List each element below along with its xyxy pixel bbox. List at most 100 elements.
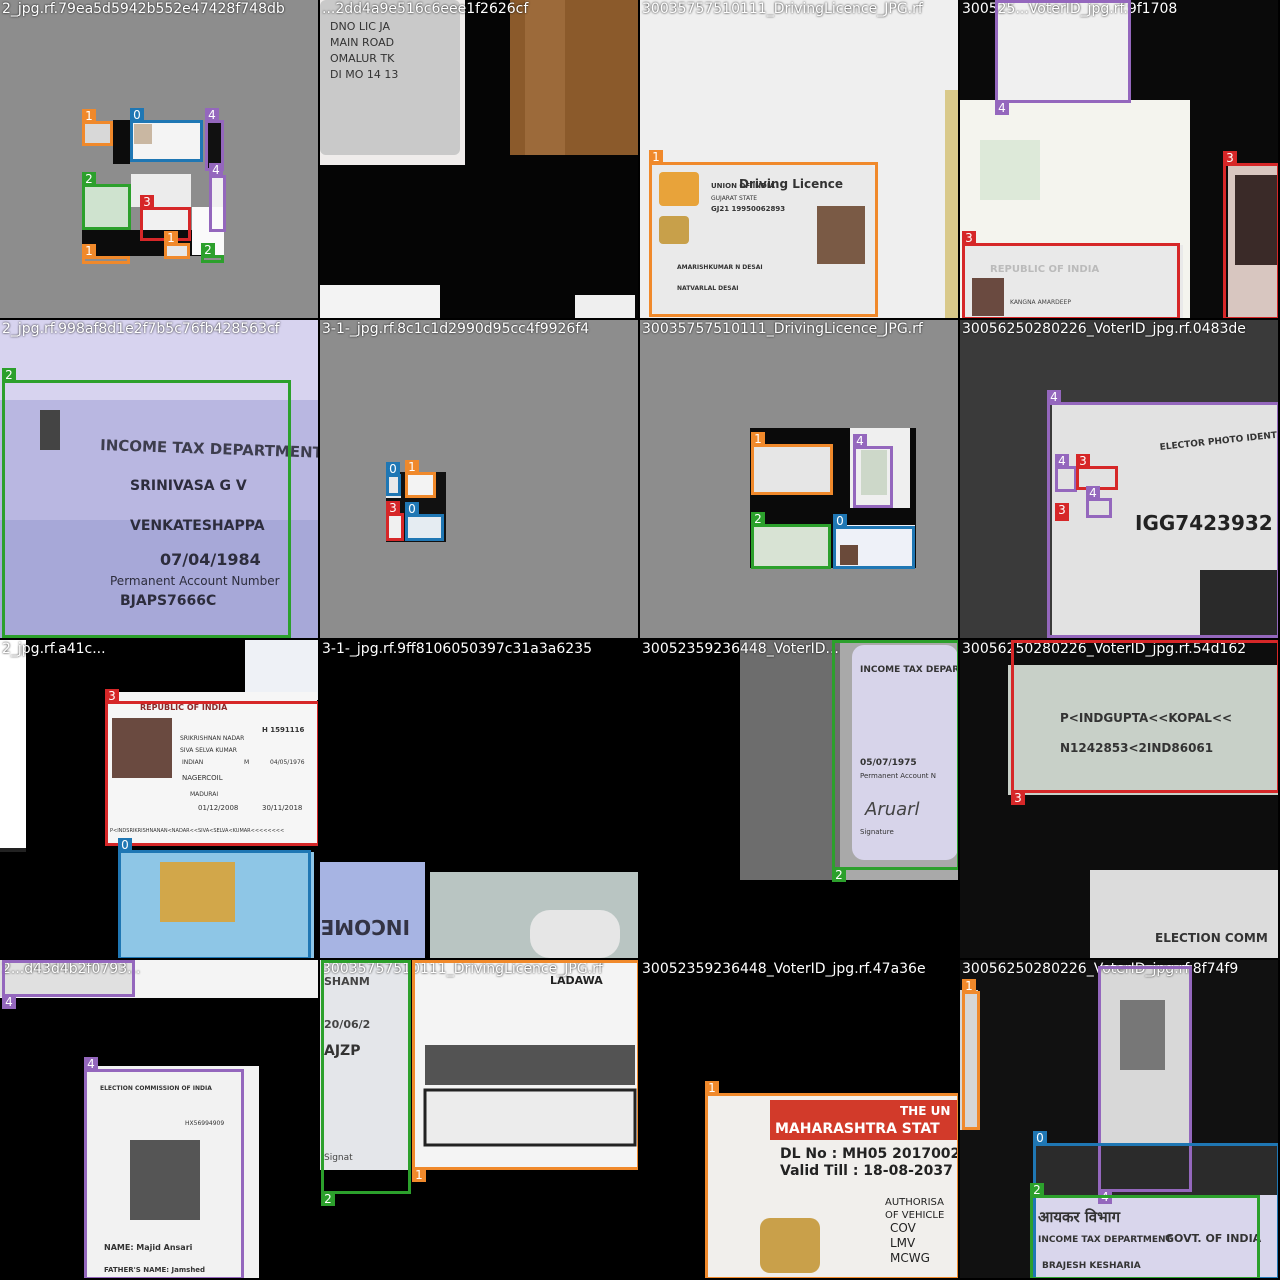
svg-text:OMALUR TK: OMALUR TK bbox=[330, 52, 395, 65]
bbox-class-label: 2 bbox=[201, 243, 215, 257]
tile-5: 3-1-_jpg.rf.8c1c1d2990d95cc4f9926f4 0 1 3 0 bbox=[320, 320, 638, 638]
bbox-class-label: 1 bbox=[705, 1081, 719, 1095]
bbox-class-label: 2 bbox=[1030, 1183, 1044, 1197]
tile-filename: 2_jpg.rf.998af8d1e2f7b5c76fb428563cf bbox=[2, 321, 280, 337]
tile-image-9: INCOME TA bbox=[320, 640, 638, 958]
bbox-class-label: 2 bbox=[2, 368, 16, 382]
bbox-class-4: 4 bbox=[84, 1057, 244, 1278]
bbox-class-3: 3 bbox=[386, 501, 404, 541]
svg-text:DNO LIC JA: DNO LIC JA bbox=[330, 20, 390, 33]
tile-filename: 30052359236448_VoterID_jpg.rf.47a36e bbox=[642, 961, 926, 977]
tile-7: ELECTOR PHOTO IDENTITY CARDIGG7423932300… bbox=[960, 320, 1278, 638]
bbox-class-2: 2 bbox=[1030, 1183, 1260, 1278]
bbox-class-label: 2 bbox=[832, 868, 846, 882]
bbox-class-label: 3 bbox=[140, 195, 154, 209]
bbox-class-3: 3 bbox=[1223, 151, 1278, 318]
bbox-class-label: 1 bbox=[962, 979, 976, 993]
tile-6: 30035757510111_DrivingLicence_JPG.rf 1 4 2 0 bbox=[640, 320, 958, 638]
bbox-class-label: 1 bbox=[82, 109, 96, 123]
tile-filename: 2_jpg.rf.79ea5d5942b552e47428f748db bbox=[2, 1, 285, 17]
bbox-class-label: 1 bbox=[751, 432, 765, 446]
bbox-class-1: 1 bbox=[82, 244, 130, 264]
bbox-class-label: 4 bbox=[853, 434, 867, 448]
tile-filename: ...2dd4a9e516c6eee1f2626cf bbox=[322, 1, 529, 17]
bbox-class-3: 3 bbox=[1011, 640, 1278, 805]
tile-3: REPUBLIC OF INDIA KANGNA AMARDEEP 300525..… bbox=[960, 0, 1278, 318]
tile-filename: 3-1-_jpg.rf.8c1c1d2990d95cc4f9926f4 bbox=[322, 321, 590, 337]
bbox-class-3: 3 bbox=[1055, 503, 1069, 521]
tile-filename: 30052359236448_VoterID... bbox=[642, 641, 839, 657]
svg-text:MAIN ROAD: MAIN ROAD bbox=[330, 36, 394, 49]
svg-text:DI MO 14 13: DI MO 14 13 bbox=[330, 68, 398, 81]
bbox-class-2: 2 bbox=[321, 960, 411, 1206]
bbox-class-label: 4 bbox=[209, 163, 223, 177]
bbox-class-4: 4 bbox=[1047, 390, 1278, 638]
tile-9: INCOME TA 3-1-_jpg.rf.9ff8106050397c31a3a… bbox=[320, 640, 638, 958]
bbox-class-label: 0 bbox=[118, 838, 132, 852]
tile-12: ELECTION COMMISSION OF INDIA HX56994909 NA… bbox=[0, 960, 318, 1278]
bbox-class-4: 4 bbox=[853, 434, 893, 508]
bbox-class-label: 3 bbox=[1076, 454, 1090, 468]
bbox-class-1: 1 bbox=[412, 960, 638, 1182]
bbox-class-label: 2 bbox=[82, 172, 96, 186]
bbox-class-1: 1 bbox=[751, 432, 833, 495]
tile-filename: 2_jpg.rf.a41c... bbox=[2, 641, 106, 657]
bbox-class-0: 0 bbox=[833, 514, 915, 569]
bbox-class-0: 0 bbox=[405, 502, 444, 541]
bbox-class-1: 1 bbox=[649, 150, 878, 317]
tile-14: THE UN MAHARASHTRA STAT DL No : MH05 20170… bbox=[640, 960, 958, 1278]
bbox-class-label: 0 bbox=[130, 108, 144, 122]
tile-filename: 30056250280226_VoterID_jpg.rf.0483de bbox=[962, 321, 1246, 337]
tile-filename: 30035757510111_DrivingLicence_JPG.rf bbox=[642, 321, 923, 337]
tile-10: INCOME TAX DEPAR 05/07/1975 Permanent Acco… bbox=[640, 640, 958, 958]
bbox-class-0: 0 bbox=[386, 462, 401, 496]
tile-0: 2_jpg.rf.79ea5d5942b552e47428f748db 1 0 4 4 2… bbox=[0, 0, 318, 318]
tile-filename: 30035757510111_DrivingLicence_JPG.rf bbox=[642, 1, 923, 17]
bbox-class-4: 4 bbox=[1086, 486, 1112, 518]
tile-filename: 3-1-_jpg.rf.9ff8106050397c31a3a6235 bbox=[322, 641, 592, 657]
bbox-class-label: 3 bbox=[1055, 503, 1069, 517]
bbox-class-label: 0 bbox=[833, 514, 847, 528]
mosaic-grid: 2_jpg.rf.79ea5d5942b552e47428f748db 1 0 4 4 2… bbox=[0, 0, 1280, 1280]
bbox-class-1: 1 bbox=[405, 460, 436, 498]
bbox-class-1: 1 bbox=[82, 109, 113, 146]
tile-15: आयकर विभाग INCOME TAX DEPARTMENT GOVT. OF … bbox=[960, 960, 1278, 1278]
tile-2: UNION OF INDIA Driving Licence GUJARAT STA… bbox=[640, 0, 958, 318]
bbox-class-0: 0 bbox=[118, 838, 311, 958]
svg-text:ELECTION COMM: ELECTION COMM bbox=[1155, 931, 1268, 945]
bbox-class-1: 1 bbox=[705, 1081, 958, 1278]
bbox-class-label: 1 bbox=[164, 231, 178, 245]
bbox-class-label: 2 bbox=[751, 512, 765, 526]
bbox-class-label: 3 bbox=[962, 231, 976, 245]
tile-image-5 bbox=[386, 472, 446, 542]
bbox-class-label: 1 bbox=[649, 150, 663, 164]
bbox-class-label: 4 bbox=[205, 108, 219, 122]
bbox-class-label: 2 bbox=[321, 1192, 335, 1206]
tile-11: P<INDGUPTA<<KOPAL<< N1242853<2IND86061 ELE… bbox=[960, 640, 1278, 958]
tile-4: INCOME TAX DEPARTMENT SRINIVASA G V VENKAT… bbox=[0, 320, 318, 638]
bbox-class-label: 3 bbox=[1223, 151, 1237, 165]
bbox-class-2: 2 bbox=[751, 512, 831, 569]
bbox-class-2: 2 bbox=[832, 640, 958, 882]
bbox-class-4: 4 bbox=[1055, 454, 1077, 492]
tile-8: REPUBLIC OF INDIA SRIKRISHNAN NADAR SIVA S… bbox=[0, 640, 318, 958]
bbox-class-4: 4 bbox=[995, 0, 1131, 115]
bbox-class-2: 2 bbox=[201, 243, 224, 263]
bbox-class-label: 1 bbox=[412, 1168, 426, 1182]
svg-text:INCOME TA: INCOME TA bbox=[320, 915, 410, 939]
bbox-class-1: 1 bbox=[962, 979, 980, 1130]
bbox-class-3: 3 bbox=[105, 689, 318, 846]
bbox-class-label: 4 bbox=[1047, 390, 1061, 404]
bbox-class-2: 2 bbox=[2, 368, 291, 638]
bbox-class-3: 3 bbox=[962, 231, 1180, 318]
bbox-class-label: 3 bbox=[386, 501, 400, 515]
bbox-class-label: 0 bbox=[1033, 1131, 1047, 1145]
tile-1: DNO LIC JA MAIN ROAD OMALUR TK DI MO 14 13.… bbox=[320, 0, 638, 318]
tile-13: SHANM 20/06/2 AJZP Signat LADAWA 300357575101… bbox=[320, 960, 638, 1278]
bbox-class-label: 1 bbox=[82, 244, 96, 258]
bbox-class-4: 4 bbox=[209, 163, 226, 232]
bbox-class-1: 1 bbox=[164, 231, 190, 259]
bbox-class-label: 4 bbox=[995, 101, 1009, 115]
bbox-class-label: 1 bbox=[405, 460, 419, 474]
bbox-class-label: 0 bbox=[386, 462, 400, 476]
